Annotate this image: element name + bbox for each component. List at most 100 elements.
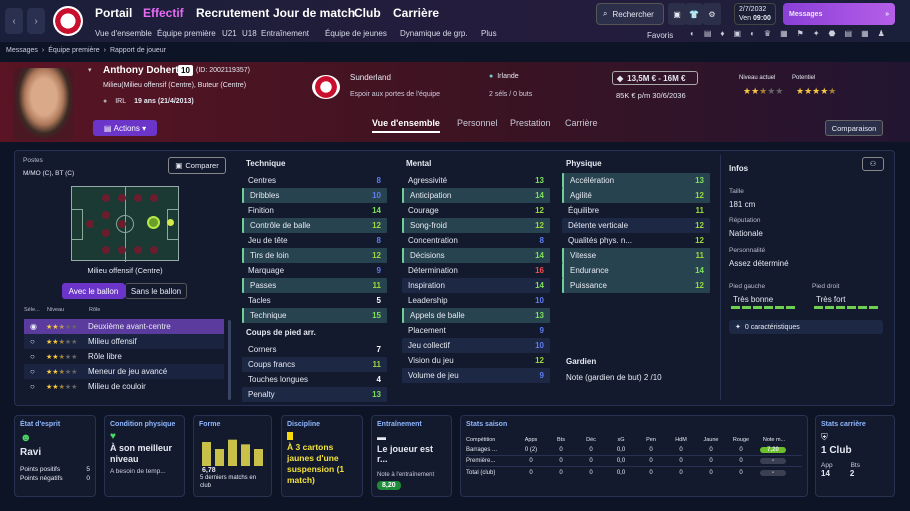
- without-ball-toggle[interactable]: Sans le ballon: [125, 283, 187, 299]
- attribute-row[interactable]: Endurance 14: [562, 263, 710, 278]
- comparison-button[interactable]: Comparaison: [825, 120, 883, 136]
- attribute-row[interactable]: Détente verticale 12: [562, 218, 710, 233]
- attribute-row[interactable]: Centres 8: [242, 173, 387, 188]
- fav-icon-6[interactable]: ♛: [764, 29, 771, 38]
- role-row[interactable]: ○ ★★★★★ Milieu offensif: [24, 334, 224, 349]
- secondary-position-marker[interactable]: [167, 219, 174, 226]
- submenu-plus[interactable]: Plus: [481, 29, 497, 38]
- fav-icon-4[interactable]: ▣: [734, 29, 742, 38]
- attribute-row[interactable]: Décisions 14: [402, 248, 550, 263]
- menu-club[interactable]: Club: [354, 6, 381, 20]
- menu-effectif[interactable]: Effectif: [143, 6, 184, 20]
- menu-recrutement[interactable]: Recrutement: [196, 6, 269, 20]
- season-row[interactable]: Total (club) 0 0 0 0,0 0 0 0 0 -: [466, 467, 802, 478]
- fav-icon-3[interactable]: ♦: [720, 29, 724, 38]
- club-crest-icon[interactable]: [312, 75, 340, 99]
- attribute-row[interactable]: Jeu collectif 10: [402, 338, 550, 353]
- submenu-dynamique[interactable]: Dynamique de grp.: [400, 29, 468, 38]
- attribute-row[interactable]: Corners 7: [242, 342, 387, 357]
- card-training[interactable]: Entraînement ▬ Le joueur est r... Note à…: [371, 415, 452, 497]
- attribute-row[interactable]: Jeu de tête 8: [242, 233, 387, 248]
- fav-icon-10[interactable]: ⬣: [829, 29, 836, 38]
- fav-icon-8[interactable]: ⚑: [797, 29, 804, 38]
- favoris-menu[interactable]: Favoris: [647, 31, 673, 40]
- radio-icon[interactable]: ○: [24, 352, 46, 361]
- attribute-row[interactable]: Tirs de loin 12: [242, 248, 387, 263]
- season-row[interactable]: Barrages ... 0 (2) 0 0 0,0 0 0 0 0 7,20: [466, 445, 802, 456]
- attribute-row[interactable]: Concentration 8: [402, 233, 550, 248]
- person-icon[interactable]: ⚇: [862, 157, 884, 171]
- messages-button[interactable]: Messages »: [783, 3, 895, 25]
- submenu-entrainement[interactable]: Entraînement: [261, 29, 309, 38]
- search-button[interactable]: ⌕ Rechercher: [596, 3, 664, 25]
- attribute-row[interactable]: Dribbles 10: [242, 188, 387, 203]
- tab-carriere[interactable]: Carrière: [565, 118, 598, 128]
- attribute-row[interactable]: Équilibre 11: [562, 203, 710, 218]
- attribute-row[interactable]: Appels de balle 13: [402, 308, 550, 323]
- attribute-row[interactable]: Vitesse 11: [562, 248, 710, 263]
- attribute-row[interactable]: Tacles 5: [242, 293, 387, 308]
- back-icon[interactable]: ‹: [5, 8, 23, 34]
- with-ball-toggle[interactable]: Avec le ballon: [62, 283, 125, 299]
- role-row[interactable]: ◉ ★★★★★ Deuxième avant-centre: [24, 319, 224, 334]
- form-bar[interactable]: [228, 439, 237, 466]
- attribute-row[interactable]: Touches longues 4: [242, 372, 387, 387]
- season-row[interactable]: Première... 0 0 0 0,0 0 0 0 0 -: [466, 456, 802, 467]
- radio-icon[interactable]: ◉: [24, 322, 46, 331]
- fav-icon-12[interactable]: ▦: [861, 29, 869, 38]
- card-form[interactable]: Forme 6,78 5 derniers matchs en club: [193, 415, 272, 497]
- forward-icon[interactable]: ›: [27, 8, 45, 34]
- fav-icon-9[interactable]: ✦: [813, 29, 820, 38]
- card-discipline[interactable]: Discipline À 3 cartons jaunes d'une susp…: [281, 415, 363, 497]
- attribute-row[interactable]: Courage 12: [402, 203, 550, 218]
- attribute-row[interactable]: Contrôle de balle 12: [242, 218, 387, 233]
- selected-position-marker[interactable]: [147, 216, 160, 229]
- tab-vue-ensemble[interactable]: Vue d'ensemble: [372, 118, 440, 133]
- attribute-row[interactable]: Volume de jeu 9: [402, 368, 550, 383]
- attribute-row[interactable]: Song-froid 12: [402, 218, 550, 233]
- attribute-row[interactable]: Détermination 16: [402, 263, 550, 278]
- radio-icon[interactable]: ○: [24, 367, 46, 376]
- card-career-stats[interactable]: Stats carrière ⛨ 1 Club App Bts 14 2: [815, 415, 895, 497]
- crumb-equipe[interactable]: Équipe première: [48, 47, 99, 61]
- form-bar[interactable]: [254, 449, 263, 466]
- card-mood[interactable]: État d'esprit ☻ Ravi Points positifs 5 Po…: [14, 415, 96, 497]
- dropdown-icon[interactable]: ▾: [88, 66, 92, 74]
- submenu-vue-ensemble[interactable]: Vue d'ensemble: [95, 29, 152, 38]
- shirt-icon[interactable]: 👕: [685, 3, 703, 25]
- club-name[interactable]: Sunderland: [350, 73, 391, 82]
- card-condition[interactable]: Condition physique ♥ À son meilleur nive…: [104, 415, 185, 497]
- attribute-row[interactable]: Qualités phys. n... 12: [562, 233, 710, 248]
- attribute-row[interactable]: Anticipation 14: [402, 188, 550, 203]
- role-row[interactable]: ○ ★★★★★ Rôle libre: [24, 349, 224, 364]
- attribute-row[interactable]: Leadership 10: [402, 293, 550, 308]
- fav-icon-11[interactable]: ▤: [845, 29, 853, 38]
- attribute-row[interactable]: Accélération 13: [562, 173, 710, 188]
- attribute-row[interactable]: Placement 9: [402, 323, 550, 338]
- form-bar[interactable]: [241, 444, 250, 466]
- attribute-row[interactable]: Agressivité 13: [402, 173, 550, 188]
- compare-button[interactable]: ▣ Comparer: [168, 157, 226, 174]
- attribute-row[interactable]: Passes 11: [242, 278, 387, 293]
- attribute-row[interactable]: Marquage 9: [242, 263, 387, 278]
- submenu-u21[interactable]: U21: [222, 29, 237, 38]
- attribute-row[interactable]: Agilité 12: [562, 188, 710, 203]
- fav-icon-2[interactable]: ▤: [704, 29, 712, 38]
- traits-row[interactable]: ✦ 0 caractéristiques: [729, 320, 883, 334]
- radio-icon[interactable]: ○: [24, 337, 46, 346]
- inbox-icon[interactable]: ▣: [668, 3, 686, 25]
- gear-icon[interactable]: ⚙: [703, 3, 721, 25]
- role-list-scrollbar[interactable]: [228, 320, 231, 400]
- menu-jour-de-match[interactable]: Jour de match: [273, 6, 355, 20]
- tab-prestation[interactable]: Prestation: [510, 118, 551, 128]
- attribute-row[interactable]: Finition 14: [242, 203, 387, 218]
- attribute-row[interactable]: Technique 15: [242, 308, 387, 323]
- fav-icon-7[interactable]: ▦: [780, 29, 788, 38]
- fav-icon-1[interactable]: ◐: [690, 29, 695, 38]
- attribute-row[interactable]: Inspiration 14: [402, 278, 550, 293]
- fav-icon-5[interactable]: ◐: [750, 29, 755, 38]
- club-crest-icon[interactable]: [53, 6, 83, 36]
- attribute-row[interactable]: Penalty 13: [242, 387, 387, 402]
- actions-button[interactable]: ▤ Actions ▾: [93, 120, 157, 136]
- radio-icon[interactable]: ○: [24, 382, 46, 391]
